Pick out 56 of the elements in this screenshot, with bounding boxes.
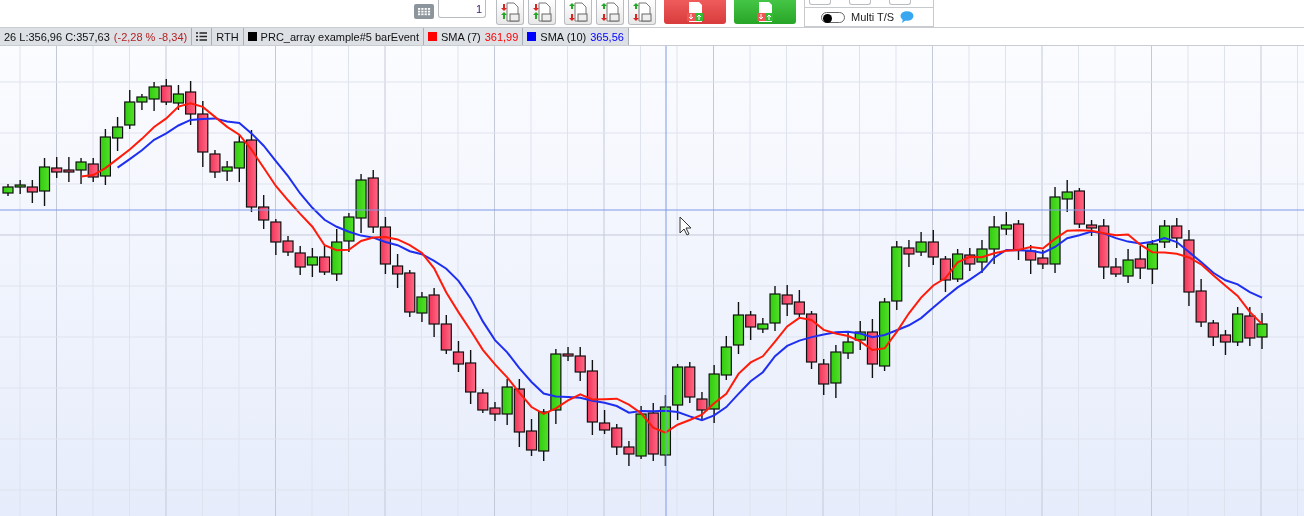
candlestick bbox=[964, 247, 976, 272]
order-document-icon bbox=[568, 2, 588, 22]
candlestick bbox=[1244, 306, 1256, 347]
candlestick bbox=[75, 157, 87, 185]
toggle-label: Multi T/S bbox=[851, 11, 895, 23]
indicator-legend[interactable]: SMA (10) 365,56 bbox=[523, 28, 629, 45]
sell-button[interactable] bbox=[664, 0, 726, 24]
candlestick bbox=[1256, 312, 1268, 350]
candlestick bbox=[647, 402, 659, 462]
order-document-icon bbox=[632, 2, 652, 22]
candlestick bbox=[63, 156, 75, 183]
candlestick bbox=[611, 423, 623, 456]
mouse-pointer-icon bbox=[679, 216, 692, 236]
quantity-field[interactable]: 1 bbox=[438, 0, 486, 18]
candlestick bbox=[367, 169, 379, 234]
candlestick bbox=[952, 248, 964, 283]
candlestick bbox=[2, 183, 14, 197]
candlestick bbox=[294, 245, 306, 276]
candlestick bbox=[781, 284, 793, 317]
toggle-switch[interactable] bbox=[821, 11, 845, 23]
indicator-name: SMA (7) bbox=[440, 30, 481, 43]
session-button[interactable]: RTH bbox=[216, 30, 239, 43]
order-document-icon bbox=[754, 2, 776, 22]
candlestick bbox=[672, 363, 684, 421]
candlestick bbox=[720, 335, 732, 381]
order-button[interactable] bbox=[528, 0, 556, 25]
keyboard-icon bbox=[417, 7, 431, 16]
candlestick bbox=[440, 314, 452, 355]
indicator-name: SMA (10) bbox=[540, 30, 587, 43]
order-document-icon bbox=[500, 2, 520, 22]
candlestick bbox=[939, 255, 952, 293]
candlestick bbox=[160, 78, 172, 106]
order-button[interactable] bbox=[628, 0, 656, 25]
order-document-icon bbox=[684, 2, 706, 22]
indicator-name: PRC_array example#5 barEvent bbox=[260, 30, 419, 43]
order-document-icon bbox=[600, 2, 620, 22]
keyboard-button[interactable] bbox=[414, 4, 434, 19]
candlestick bbox=[538, 408, 550, 462]
indicator-legend[interactable]: SMA (7) 361,99 bbox=[423, 28, 524, 45]
order-button[interactable] bbox=[496, 0, 524, 25]
speech-bubble-icon[interactable] bbox=[900, 11, 915, 23]
candlestick bbox=[306, 247, 318, 278]
change-text: (-2,28 % -8,34) bbox=[113, 30, 188, 43]
indicator-value: 361,99 bbox=[484, 30, 519, 43]
candlestick bbox=[1134, 245, 1146, 280]
candlestick bbox=[976, 239, 988, 274]
candlestick bbox=[915, 231, 927, 257]
indicator-value: 365,56 bbox=[590, 30, 624, 43]
candlestick bbox=[927, 229, 939, 266]
order-button[interactable] bbox=[564, 0, 592, 25]
price-text: 26 L:356,96 C:357,63 bbox=[4, 30, 110, 43]
buy-button[interactable] bbox=[734, 0, 796, 24]
order-document-icon bbox=[532, 2, 552, 22]
list-button[interactable] bbox=[196, 32, 208, 41]
order-button[interactable] bbox=[596, 0, 624, 25]
indicator-legend[interactable]: PRC_array example#5 barEvent bbox=[243, 28, 424, 45]
